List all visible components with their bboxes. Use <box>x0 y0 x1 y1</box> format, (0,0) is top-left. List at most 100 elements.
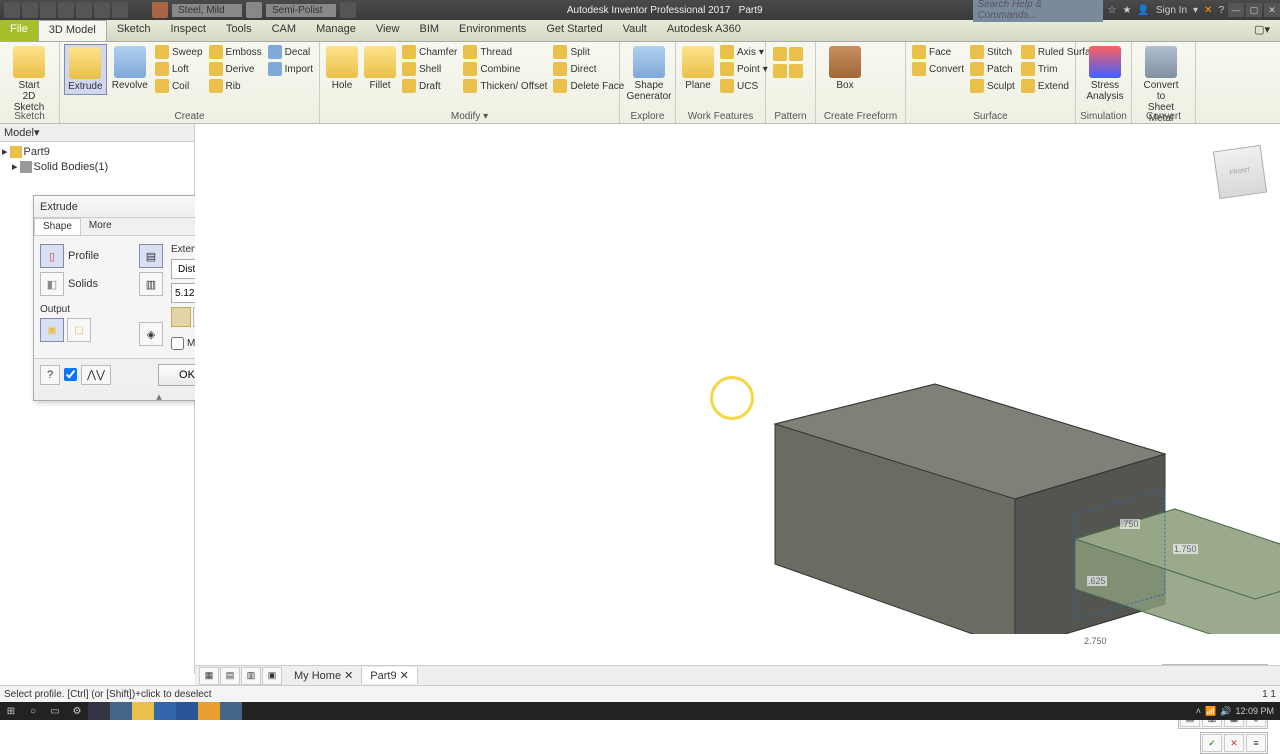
stress-analysis-button[interactable]: Stress Analysis <box>1080 44 1130 104</box>
dialog-tab-more[interactable]: More <box>81 218 120 235</box>
tree-root[interactable]: ▸Part9 <box>2 144 192 159</box>
rect-pattern-icon[interactable] <box>773 47 787 61</box>
split-button[interactable]: Split <box>551 44 626 60</box>
tab-inspect[interactable]: Inspect <box>160 20 215 41</box>
circ-pattern-icon[interactable] <box>789 47 803 61</box>
loft-button[interactable]: Loft <box>153 61 205 77</box>
fx-icon[interactable] <box>340 2 356 18</box>
ucs-button[interactable]: UCS <box>718 78 770 94</box>
search-icon[interactable]: ○ <box>22 702 44 720</box>
stitch-button[interactable]: Stitch <box>968 44 1017 60</box>
tab-3d-model[interactable]: 3D Model <box>38 20 107 41</box>
star-icon[interactable]: ☆ <box>1107 5 1116 16</box>
tree-solid-bodies[interactable]: ▸Solid Bodies(1) <box>2 159 192 174</box>
obs-icon[interactable] <box>242 702 264 720</box>
exchange-icon[interactable]: ✕ <box>1204 5 1212 16</box>
view-cube[interactable]: FRONT <box>1213 145 1267 199</box>
start-2d-sketch-button[interactable]: Start 2D Sketch <box>4 44 54 115</box>
decal-button[interactable]: Decal <box>266 44 315 60</box>
revolve-button[interactable]: Revolve <box>109 44 151 95</box>
convert-button[interactable]: Convert <box>910 61 966 77</box>
volume-icon[interactable]: 🔊 <box>1220 706 1231 717</box>
emboss-button[interactable]: Emboss <box>207 44 264 60</box>
tab-tools[interactable]: Tools <box>216 20 262 41</box>
tab-cam[interactable]: CAM <box>262 20 306 41</box>
material-dropdown[interactable]: Steel, Mild <box>172 4 242 17</box>
app-icon[interactable] <box>88 702 110 720</box>
star-icon[interactable]: ★ <box>1122 5 1131 16</box>
layout-2-icon[interactable]: ▤ <box>220 667 240 685</box>
tab-a360[interactable]: Autodesk A360 <box>657 20 751 41</box>
qat-home-icon[interactable] <box>94 2 110 18</box>
tab-bim[interactable]: BIM <box>409 20 449 41</box>
outlook-icon[interactable] <box>154 702 176 720</box>
sign-in-link[interactable]: Sign In <box>1156 5 1187 16</box>
layout-1-icon[interactable]: ▦ <box>199 667 219 685</box>
chrome-icon[interactable] <box>110 702 132 720</box>
chevron-down-icon[interactable]: ▾ <box>1193 5 1198 16</box>
rib-button[interactable]: Rib <box>207 78 264 94</box>
hole-button[interactable]: Hole <box>324 44 360 94</box>
thread-button[interactable]: Thread <box>461 44 549 60</box>
match-shape-input[interactable] <box>171 337 184 350</box>
minimize-button[interactable]: — <box>1228 3 1244 17</box>
qat-new-icon[interactable] <box>4 2 20 18</box>
tab-vault[interactable]: Vault <box>613 20 657 41</box>
maximize-button[interactable]: ▢ <box>1246 3 1262 17</box>
layout-4-icon[interactable]: ▣ <box>262 667 282 685</box>
appearance-icon[interactable] <box>246 2 262 18</box>
shell-button[interactable]: Shell <box>400 61 459 77</box>
layout-3-icon[interactable]: ▥ <box>241 667 261 685</box>
delete-face-button[interactable]: Delete Face <box>551 78 626 94</box>
pattern-icon[interactable] <box>789 64 803 78</box>
shape-generator-button[interactable]: Shape Generator <box>624 44 674 104</box>
tab-manage[interactable]: Manage <box>306 20 366 41</box>
explorer-icon[interactable] <box>132 702 154 720</box>
point-button[interactable]: Point ▾ <box>718 61 770 77</box>
box-button[interactable]: Box <box>820 44 870 93</box>
output-surface-button[interactable]: ▢ <box>67 318 91 342</box>
material-icon[interactable] <box>152 2 168 18</box>
chamfer-button[interactable]: Chamfer <box>400 44 459 60</box>
solids-select-button[interactable]: ◧ <box>40 272 64 296</box>
browser-header[interactable]: Model ▾ <box>0 124 194 142</box>
3d-viewport[interactable]: FRONT .750 1.750 .625 2.750 ↔ ▸ Profile <box>195 124 1280 670</box>
user-icon[interactable]: 👤 <box>1137 5 1149 16</box>
derive-button[interactable]: Derive <box>207 61 264 77</box>
help-icon[interactable]: ? <box>1218 5 1224 16</box>
qat-open-icon[interactable] <box>22 2 38 18</box>
output-solid-button[interactable]: ▣ <box>40 318 64 342</box>
face-button[interactable]: Face <box>910 44 966 60</box>
dialog-help-icon[interactable]: ? <box>40 365 60 385</box>
dialog-tab-shape[interactable]: Shape <box>34 218 81 235</box>
ribbon-expand-icon[interactable]: ▢▾ <box>1244 20 1280 41</box>
dialog-preview-checkbox[interactable] <box>64 368 77 381</box>
extrude-button[interactable]: Extrude <box>64 44 107 95</box>
direction-1-button[interactable] <box>171 307 191 327</box>
sculpt-button[interactable]: Sculpt <box>968 78 1017 94</box>
tab-my-home[interactable]: My Home✕ <box>286 667 362 684</box>
import-button[interactable]: Import <box>266 61 315 77</box>
help-search-input[interactable]: Search Help & Commands... <box>973 0 1103 22</box>
close-tab-icon[interactable]: ✕ <box>400 669 409 682</box>
op-cut-button[interactable]: ▥ <box>139 272 163 296</box>
mini-cancel-icon[interactable]: ✕ <box>1224 734 1244 752</box>
qat-save-icon[interactable] <box>40 2 56 18</box>
mini-more-icon[interactable]: ≡ <box>1246 734 1266 752</box>
mirror-icon[interactable] <box>773 64 787 78</box>
appearance-dropdown[interactable]: Semi-Polist <box>266 4 336 17</box>
tab-environments[interactable]: Environments <box>449 20 536 41</box>
qat-select-icon[interactable] <box>112 2 128 18</box>
close-button[interactable]: ✕ <box>1264 3 1280 17</box>
tab-part9[interactable]: Part9✕ <box>362 667 418 684</box>
close-tab-icon[interactable]: ✕ <box>344 669 353 682</box>
op-join-button[interactable]: ▤ <box>139 244 163 268</box>
chrome2-icon[interactable] <box>220 702 242 720</box>
qat-undo-icon[interactable] <box>58 2 74 18</box>
draft-button[interactable]: Draft <box>400 78 459 94</box>
fillet-button[interactable]: Fillet <box>362 44 398 94</box>
word-icon[interactable] <box>176 702 198 720</box>
patch-button[interactable]: Patch <box>968 61 1017 77</box>
inventor-icon[interactable] <box>198 702 220 720</box>
sweep-button[interactable]: Sweep <box>153 44 205 60</box>
